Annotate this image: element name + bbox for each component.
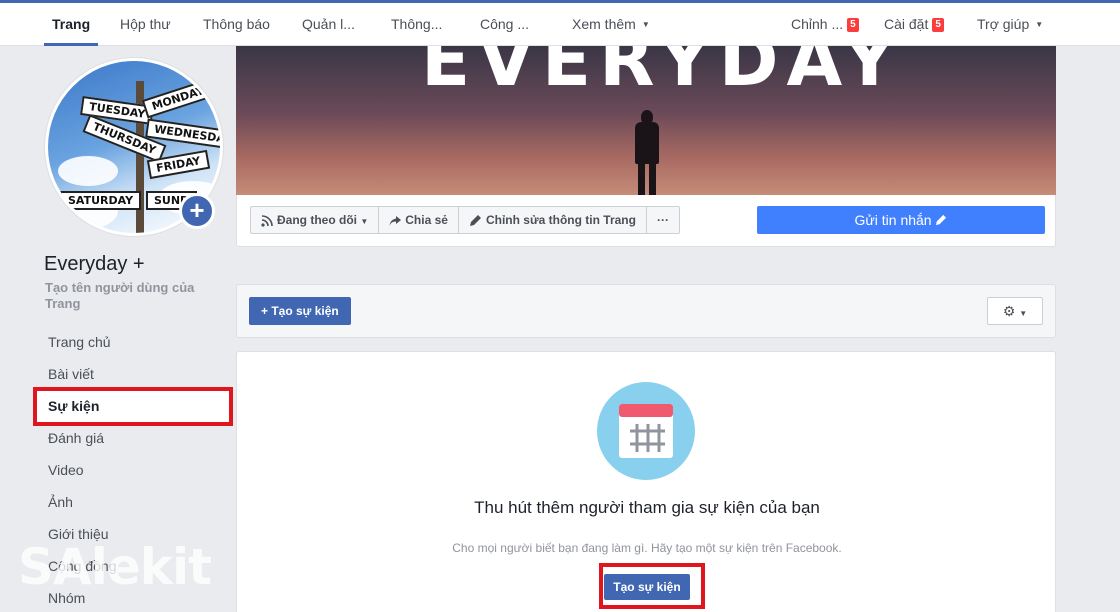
sidebar-item-posts[interactable]: Bài viết	[48, 364, 94, 384]
create-event-cta-button[interactable]: Tạo sự kiện	[604, 574, 690, 600]
empty-state-subtitle: Cho mọi người biết bạn đang làm gì. Hãy …	[452, 541, 842, 555]
events-toolbar: + Tạo sự kiện ⚙ ▼	[236, 284, 1056, 338]
page-top-nav: Trang Hộp thư Thông báo Quản l... Thông.…	[0, 0, 1120, 46]
calendar-illustration	[597, 382, 695, 480]
watermark-logo: SAlekit	[18, 538, 212, 596]
notification-badge: 5	[932, 18, 944, 32]
share-arrow-icon	[389, 216, 402, 226]
person-silhouette	[632, 110, 662, 195]
edit-page-info-button[interactable]: Chỉnh sửa thông tin Trang	[459, 207, 647, 233]
action-button-group: Đang theo dõi ▼ Chia sẻ Chỉnh sửa thông …	[250, 206, 680, 234]
caret-down-icon: ▼	[641, 20, 650, 30]
tab-xem-them[interactable]: Xem thêm ▼	[572, 3, 650, 46]
sign-saturday: SATURDAY	[60, 191, 142, 210]
empty-state-title: Thu hút thêm người tham gia sự kiện của …	[474, 498, 820, 517]
sidebar-item-home[interactable]: Trang chủ	[48, 332, 111, 352]
pencil-icon	[936, 214, 947, 226]
tab-chinh-sua[interactable]: Chỉnh ... 5	[791, 3, 859, 46]
cover-photo[interactable]: EVERYDAY	[236, 46, 1056, 195]
tab-hop-thu[interactable]: Hộp thư	[120, 3, 171, 46]
tab-thong-bao[interactable]: Thông báo	[203, 3, 270, 46]
share-button[interactable]: Chia sẻ	[379, 207, 459, 233]
calendar-icon	[619, 404, 673, 458]
tab-thong-ke[interactable]: Thông...	[391, 3, 442, 46]
create-username-link[interactable]: Tạo tên người dùng của Trang	[45, 280, 220, 312]
tab-tro-giup[interactable]: Trợ giúp ▼	[977, 3, 1043, 46]
cover-title: EVERYDAY	[421, 46, 904, 102]
tab-cong-cu[interactable]: Công ...	[480, 3, 529, 46]
caret-down-icon: ▼	[1019, 309, 1028, 318]
create-event-button[interactable]: + Tạo sự kiện	[249, 297, 351, 325]
page-title[interactable]: Everyday +	[44, 253, 145, 276]
caret-down-icon: ▼	[1035, 20, 1044, 30]
sidebar-item-events[interactable]: Sự kiện	[48, 396, 99, 416]
notification-badge: 5	[847, 18, 859, 32]
tab-quan-ly[interactable]: Quản l...	[302, 3, 355, 46]
rss-icon	[261, 215, 273, 227]
more-options-button[interactable]: ···	[647, 207, 679, 233]
gear-icon: ⚙	[1002, 303, 1016, 319]
sidebar-item-reviews[interactable]: Đánh giá	[48, 428, 104, 448]
sidebar-item-photos[interactable]: Ảnh	[48, 492, 73, 512]
following-button[interactable]: Đang theo dõi ▼	[251, 207, 380, 233]
settings-dropdown-button[interactable]: ⚙ ▼	[987, 297, 1043, 325]
send-message-button[interactable]: Gửi tin nhắn	[757, 206, 1045, 234]
caret-down-icon: ▼	[360, 217, 369, 226]
pencil-icon	[469, 215, 481, 226]
tab-cai-dat[interactable]: Cài đặt 5	[884, 3, 944, 46]
add-photo-button[interactable]: +	[179, 193, 215, 229]
plus-icon: +	[189, 195, 205, 225]
events-empty-state: Thu hút thêm người tham gia sự kiện của …	[236, 351, 1056, 612]
tab-trang[interactable]: Trang	[44, 3, 99, 46]
more-dots-icon: ···	[656, 213, 669, 227]
page-action-bar: Đang theo dõi ▼ Chia sẻ Chỉnh sửa thông …	[236, 195, 1056, 247]
sidebar-item-video[interactable]: Video	[48, 460, 84, 480]
sign-monday: MONDAY	[141, 78, 215, 119]
